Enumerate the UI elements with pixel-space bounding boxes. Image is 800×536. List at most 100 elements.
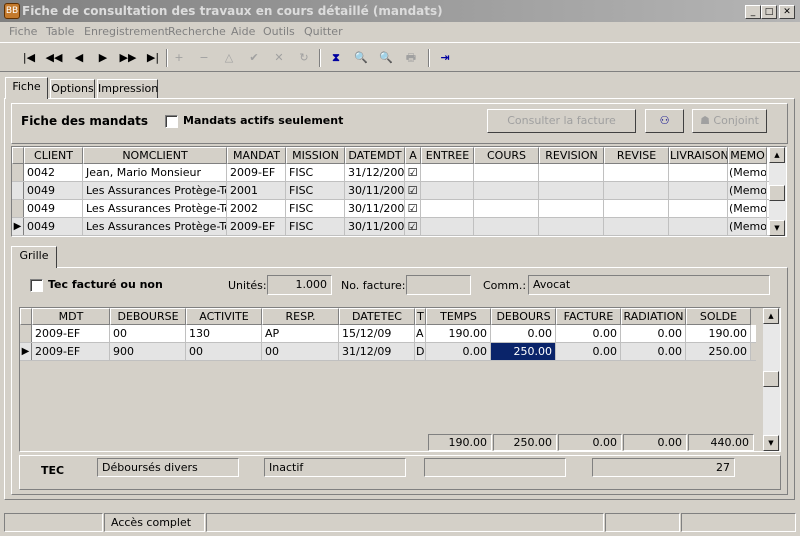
zoom-out-icon[interactable]: 🔍: [350, 47, 372, 69]
col-livraison[interactable]: LIVRAISON: [669, 147, 728, 164]
col-client[interactable]: CLIENT: [24, 147, 83, 164]
delete-icon[interactable]: −: [193, 47, 215, 69]
menu-table[interactable]: Table: [46, 25, 74, 38]
scroll-up-icon[interactable]: ▲: [763, 308, 779, 324]
tec-label: Tec facturé ou non: [48, 278, 163, 291]
tec-checkbox[interactable]: [30, 279, 43, 292]
title-bar[interactable]: BB Fiche de consultation des travaux en …: [0, 0, 800, 22]
col-datetec[interactable]: DATETEC: [339, 308, 415, 325]
tab-grille[interactable]: Grille: [11, 246, 57, 268]
col-debourse[interactable]: DEBOURSE: [110, 308, 186, 325]
active-only-checkbox[interactable]: [165, 115, 178, 128]
cell-nomclient: Les Assurances Protège-Tout: [83, 218, 227, 235]
cell-debours-selected[interactable]: 250.00: [491, 343, 556, 360]
col-cours[interactable]: COURS: [474, 147, 539, 164]
col-facture[interactable]: FACTURE: [556, 308, 621, 325]
zoom-in-icon[interactable]: 🔍: [375, 47, 397, 69]
next-record-icon[interactable]: ▶: [92, 47, 114, 69]
close-button[interactable]: ✕: [779, 5, 795, 19]
col-solde[interactable]: SOLDE: [686, 308, 751, 325]
edit-icon[interactable]: △: [218, 47, 240, 69]
menu-aide[interactable]: Aide: [231, 25, 255, 38]
comm-field[interactable]: Avocat: [528, 275, 770, 295]
cell-a-checkbox[interactable]: ☑: [405, 182, 421, 199]
row-indicator: [20, 325, 32, 342]
confirm-icon[interactable]: ✔: [243, 47, 265, 69]
tec-extra-field: [424, 458, 566, 477]
menu-enregistrement[interactable]: Enregistrement: [84, 25, 169, 38]
cell-a-checkbox[interactable]: ☑: [405, 218, 421, 235]
last-record-icon[interactable]: ▶|: [142, 47, 164, 69]
prev-record-icon[interactable]: ◀: [68, 47, 90, 69]
col-resp[interactable]: RESP.: [262, 308, 339, 325]
table-row[interactable]: 2009-EF 00 130 AP 15/12/09 A 190.00 0.00…: [20, 325, 756, 343]
exit-icon[interactable]: ⇥: [434, 47, 456, 69]
table-row[interactable]: 0042 Jean, Mario Monsieur 2009-EF FISC 3…: [12, 164, 786, 182]
conjoint-button[interactable]: ☗ Conjoint: [692, 109, 767, 133]
col-revise[interactable]: REVISE: [604, 147, 669, 164]
maximize-button[interactable]: □: [761, 5, 777, 19]
scroll-down-icon[interactable]: ▼: [769, 220, 785, 236]
cell-datemdt: 31/12/2009: [345, 164, 405, 181]
first-record-icon[interactable]: |◀: [18, 47, 40, 69]
prev-page-icon[interactable]: ◀◀: [43, 47, 65, 69]
cell-debourse: 00: [110, 325, 186, 342]
mandats-grid[interactable]: CLIENT NOMCLIENT MANDAT MISSION DATEMDT …: [11, 146, 787, 237]
table-row[interactable]: 0049 Les Assurances Protège-Tout 2001 FI…: [12, 182, 786, 200]
mandats-scrollbar[interactable]: ▲ ▼: [769, 147, 786, 236]
cell-entree: [421, 164, 474, 181]
scroll-up-icon[interactable]: ▲: [769, 147, 785, 163]
consult-invoice-button[interactable]: Consulter la facture: [487, 109, 636, 133]
tab-options[interactable]: Options: [50, 79, 95, 99]
minimize-button[interactable]: _: [745, 5, 761, 19]
col-radiation[interactable]: RADIATION: [621, 308, 686, 325]
col-t[interactable]: T: [415, 308, 426, 325]
col-temps[interactable]: TEMPS: [426, 308, 491, 325]
tab-fiche[interactable]: Fiche: [5, 77, 48, 99]
tec-grid[interactable]: MDT DEBOURSE ACTIVITE RESP. DATETEC T TE…: [19, 307, 781, 452]
col-nomclient[interactable]: NOMCLIENT: [83, 147, 227, 164]
col-debours[interactable]: DEBOURS: [491, 308, 556, 325]
col-a[interactable]: A: [405, 147, 421, 164]
refresh-icon[interactable]: ↻: [293, 47, 315, 69]
table-row[interactable]: 0049 Les Assurances Protège-Tout 2002 FI…: [12, 200, 786, 218]
cell-a-checkbox[interactable]: ☑: [405, 164, 421, 181]
menu-outils[interactable]: Outils: [263, 25, 295, 38]
col-mandat[interactable]: MANDAT: [227, 147, 286, 164]
toolbar: |◀ ◀◀ ◀ ▶ ▶▶ ▶| + − △ ✔ ✕ ↻ ⧗ 🔍 🔍 🖶 ⇥: [0, 42, 800, 72]
cell-cours: [474, 164, 539, 181]
menu-quitter[interactable]: Quitter: [304, 25, 343, 38]
cell-a-checkbox[interactable]: ☑: [405, 200, 421, 217]
filter-icon[interactable]: ⧗: [325, 47, 347, 69]
cell-radiation: 0.00: [621, 343, 686, 360]
units-field[interactable]: 1.000: [267, 275, 332, 295]
tec-scrollbar[interactable]: ▲ ▼: [763, 308, 780, 451]
invoice-field[interactable]: [406, 275, 471, 295]
cell-entree: [421, 218, 474, 235]
scroll-thumb[interactable]: [769, 185, 785, 201]
menu-recherche[interactable]: Recherche: [168, 25, 226, 38]
col-entree[interactable]: ENTREE: [421, 147, 474, 164]
cell-nomclient: Les Assurances Protège-Tout: [83, 200, 227, 217]
tab-impression[interactable]: Impression: [97, 79, 158, 99]
print-icon[interactable]: 🖶: [400, 47, 422, 69]
cancel-icon[interactable]: ✕: [268, 47, 290, 69]
col-mission[interactable]: MISSION: [286, 147, 345, 164]
col-revision[interactable]: REVISION: [539, 147, 604, 164]
next-page-icon[interactable]: ▶▶: [117, 47, 139, 69]
col-memo[interactable]: MEMO: [728, 147, 767, 164]
scroll-down-icon[interactable]: ▼: [763, 435, 779, 451]
col-datemdt[interactable]: DATEMDT: [345, 147, 405, 164]
mandats-title: Fiche des mandats: [21, 114, 149, 128]
cell-mandat: 2001: [227, 182, 286, 199]
col-activite[interactable]: ACTIVITE: [186, 308, 262, 325]
total-temps: 190.00: [428, 434, 492, 451]
menu-fiche[interactable]: Fiche: [9, 25, 37, 38]
scroll-thumb[interactable]: [763, 371, 779, 387]
table-row[interactable]: ▶ 0049 Les Assurances Protège-Tout 2009-…: [12, 218, 786, 236]
table-row[interactable]: ▶ 2009-EF 900 00 00 31/12/09 D 0.00 250.…: [20, 343, 756, 361]
add-icon[interactable]: +: [168, 47, 190, 69]
menu-bar: Fiche Table Enregistrement Recherche Aid…: [0, 22, 800, 41]
col-mdt[interactable]: MDT: [32, 308, 110, 325]
people-button[interactable]: ⚇: [645, 109, 684, 133]
